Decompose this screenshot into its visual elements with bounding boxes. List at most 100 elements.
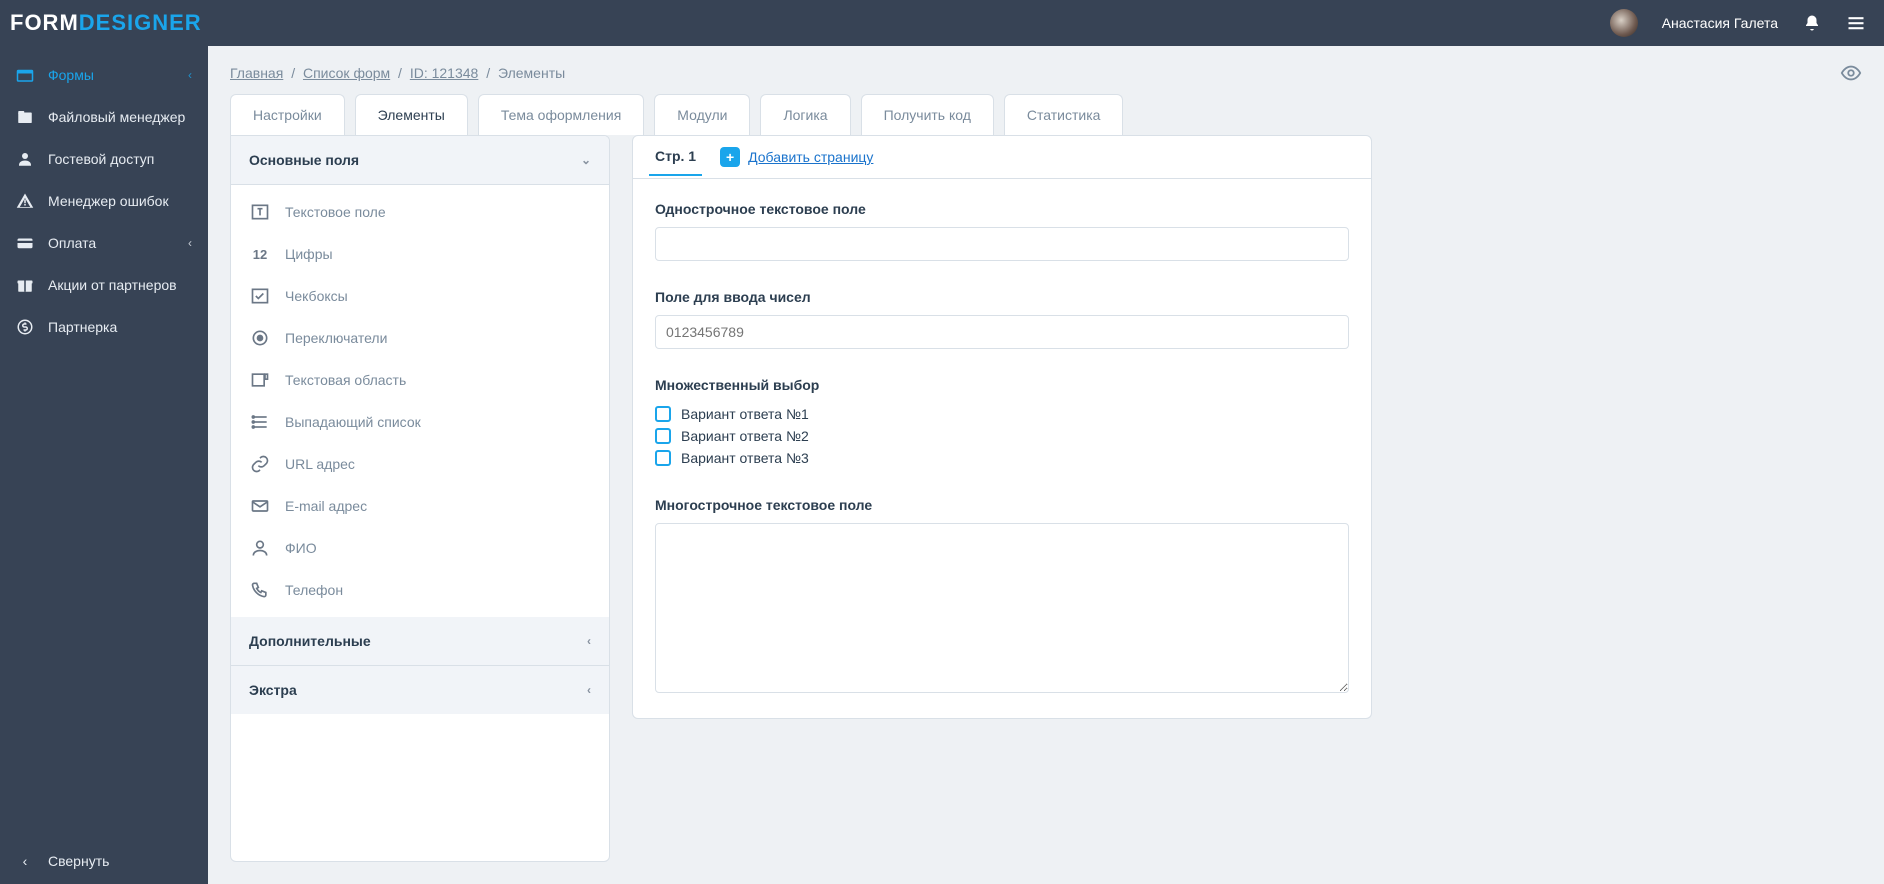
breadcrumb: Главная / Список форм / ID: 121348 / Эле… [230, 65, 565, 81]
field-palette: Основные поля ⌄ Текстовое поле 12 Цифры … [230, 135, 610, 862]
sidebar-item-error-manager[interactable]: Менеджер ошибок [0, 180, 208, 222]
canvas-page-tab[interactable]: Стр. 1 [649, 138, 702, 176]
add-page-button[interactable]: + Добавить страницу [720, 147, 873, 167]
tab-statistics[interactable]: Статистика [1004, 94, 1124, 135]
palette-item-number-field[interactable]: 12 Цифры [231, 233, 609, 275]
tabs: Настройки Элементы Тема оформления Модул… [208, 94, 1884, 135]
checkbox-icon[interactable] [655, 406, 671, 422]
sidebar-item-label: Гостевой доступ [48, 151, 154, 167]
sidebar-collapse-button[interactable]: ‹ Свернуть [0, 838, 208, 884]
text-input[interactable] [655, 227, 1349, 261]
tab-theme[interactable]: Тема оформления [478, 94, 644, 135]
checkbox-icon[interactable] [655, 450, 671, 466]
menu-icon[interactable] [1846, 13, 1866, 33]
palette-item-textarea-field[interactable]: Текстовая область [231, 359, 609, 401]
palette-item-label: Текстовое поле [285, 204, 386, 220]
sidebar-item-label: Партнерка [48, 319, 117, 335]
sidebar-item-affiliate[interactable]: Партнерка [0, 306, 208, 348]
main-content: Главная / Список форм / ID: 121348 / Эле… [208, 46, 1884, 884]
palette-section-additional[interactable]: Дополнительные ‹ [231, 617, 609, 666]
sidebar-item-file-manager[interactable]: Файловый менеджер [0, 96, 208, 138]
palette-item-label: Текстовая область [285, 372, 406, 388]
sidebar-item-label: Оплата [48, 235, 96, 251]
chevron-left-icon: ‹ [188, 236, 192, 250]
canvas-field-checkboxes[interactable]: Множественный выбор Вариант ответа №1 Ва… [655, 377, 1349, 469]
palette-item-label: Переключатели [285, 330, 387, 346]
palette-item-label: E-mail адрес [285, 498, 367, 514]
header-right: Анастасия Галета [1610, 9, 1866, 37]
breadcrumb-home[interactable]: Главная [230, 65, 283, 81]
bell-icon[interactable] [1802, 13, 1822, 33]
app-logo[interactable]: FORMDESIGNER [10, 10, 202, 36]
radio-field-icon [249, 327, 271, 349]
breadcrumb-form-id[interactable]: ID: 121348 [410, 65, 479, 81]
tab-elements[interactable]: Элементы [355, 94, 468, 135]
palette-item-name-field[interactable]: ФИО [231, 527, 609, 569]
palette-item-checkbox-field[interactable]: Чекбоксы [231, 275, 609, 317]
canvas-field-textarea[interactable]: Многострочное текстовое поле [655, 497, 1349, 696]
breadcrumb-current: Элементы [498, 65, 565, 81]
text-field-icon [249, 201, 271, 223]
field-label: Однострочное текстовое поле [655, 201, 1349, 217]
sidebar-collapse-label: Свернуть [48, 853, 109, 869]
palette-item-text-field[interactable]: Текстовое поле [231, 191, 609, 233]
breadcrumb-forms-list[interactable]: Список форм [303, 65, 390, 81]
sidebar-item-promotions[interactable]: Акции от партнеров [0, 264, 208, 306]
sidebar-item-label: Акции от партнеров [48, 277, 177, 293]
error-manager-icon [16, 192, 34, 210]
chevron-left-icon: ‹ [16, 852, 34, 870]
name-field-icon [249, 537, 271, 559]
palette-item-label: Цифры [285, 246, 333, 262]
preview-icon[interactable] [1840, 62, 1862, 84]
form-canvas-wrap: Стр. 1 + Добавить страницу Однострочное … [632, 135, 1372, 862]
field-label: Многострочное текстовое поле [655, 497, 1349, 513]
palette-item-phone-field[interactable]: Телефон [231, 569, 609, 611]
tab-logic[interactable]: Логика [760, 94, 850, 135]
palette-section-extra[interactable]: Экстра ‹ [231, 666, 609, 714]
forms-icon [16, 66, 34, 84]
canvas-page-tab-label: Стр. 1 [655, 148, 696, 164]
sidebar-item-forms[interactable]: Формы ‹ [0, 54, 208, 96]
palette-item-label: Чекбоксы [285, 288, 348, 304]
guest-access-icon [16, 150, 34, 168]
palette-section-title: Основные поля [249, 152, 359, 168]
checkbox-option[interactable]: Вариант ответа №2 [655, 425, 1349, 447]
sidebar-item-guest-access[interactable]: Гостевой доступ [0, 138, 208, 180]
plus-icon: + [720, 147, 740, 167]
sidebar-item-label: Менеджер ошибок [48, 193, 169, 209]
palette-basic-list: Текстовое поле 12 Цифры Чекбоксы Переклю… [231, 185, 609, 617]
number-input[interactable] [655, 315, 1349, 349]
sidebar-item-payment[interactable]: Оплата ‹ [0, 222, 208, 264]
checkbox-icon[interactable] [655, 428, 671, 444]
palette-item-email-field[interactable]: E-mail адрес [231, 485, 609, 527]
url-field-icon [249, 453, 271, 475]
palette-item-url-field[interactable]: URL адрес [231, 443, 609, 485]
checkbox-option[interactable]: Вариант ответа №1 [655, 403, 1349, 425]
canvas-page-tabs: Стр. 1 + Добавить страницу [632, 135, 1372, 179]
sidebar-item-label: Файловый менеджер [48, 109, 185, 125]
number-field-icon: 12 [249, 243, 271, 265]
username[interactable]: Анастасия Галета [1662, 15, 1778, 31]
checkbox-option[interactable]: Вариант ответа №3 [655, 447, 1349, 469]
field-label: Поле для ввода чисел [655, 289, 1349, 305]
chevron-down-icon: ⌄ [581, 153, 591, 167]
palette-item-label: Выпадающий список [285, 414, 421, 430]
palette-item-label: Телефон [285, 582, 343, 598]
palette-section-basic[interactable]: Основные поля ⌄ [231, 136, 609, 185]
tab-modules[interactable]: Модули [654, 94, 750, 135]
tab-settings[interactable]: Настройки [230, 94, 345, 135]
palette-item-select-field[interactable]: Выпадающий список [231, 401, 609, 443]
textarea-input[interactable] [655, 523, 1349, 693]
textarea-field-icon [249, 369, 271, 391]
file-manager-icon [16, 108, 34, 126]
sidebar: Формы ‹ Файловый менеджер Гостевой досту… [0, 46, 208, 884]
canvas-field-text[interactable]: Однострочное текстовое поле [655, 201, 1349, 261]
avatar[interactable] [1610, 9, 1638, 37]
canvas-field-number[interactable]: Поле для ввода чисел [655, 289, 1349, 349]
tab-get-code[interactable]: Получить код [861, 94, 994, 135]
checkbox-label: Вариант ответа №2 [681, 428, 809, 444]
checkbox-field-icon [249, 285, 271, 307]
chevron-left-icon: ‹ [587, 683, 591, 697]
field-label: Множественный выбор [655, 377, 1349, 393]
palette-item-radio-field[interactable]: Переключатели [231, 317, 609, 359]
